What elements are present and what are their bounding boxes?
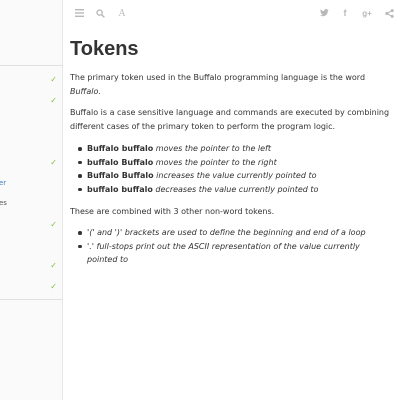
command-token: buffalo buffalo <box>87 184 153 194</box>
command-token: buffalo Buffalo <box>87 157 154 167</box>
case-paragraph: Buffalo is a case sensitive language and… <box>70 108 390 131</box>
token-symbol: '.' <box>87 241 94 251</box>
list-item: '.' full-stops print out the ASCII repre… <box>70 240 392 267</box>
combined-paragraph: These are combined with 3 other non-word… <box>70 207 275 216</box>
menu-icon[interactable] <box>73 7 85 19</box>
main-content: Tokens The primary token used in the Buf… <box>70 34 392 267</box>
check-icon: ✓ <box>50 282 57 291</box>
facebook-icon[interactable]: f <box>339 7 351 19</box>
intro-paragraph: The primary token used in the Buffalo pr… <box>70 71 392 99</box>
list-item: Buffalo Buffalo increases the value curr… <box>70 169 392 183</box>
token-description: full-stops print out the ASCII represent… <box>87 241 360 265</box>
sidebar-item[interactable]: ✓ <box>0 259 62 273</box>
sidebar-item[interactable]: ✓ <box>0 280 62 294</box>
list-item: '(' and ')' brackets are used to define … <box>70 226 392 240</box>
twitter-icon[interactable] <box>318 7 330 19</box>
token-symbol: '(' and ')' <box>87 228 123 237</box>
check-icon: ✓ <box>50 75 57 84</box>
check-icon: ✓ <box>50 261 57 270</box>
command-token: Buffalo Buffalo <box>87 171 154 180</box>
sidebar-item-label: es <box>0 199 7 207</box>
sidebar-item[interactable]: ✓ <box>0 94 62 108</box>
toolbar: A f g+ <box>63 0 400 26</box>
command-description: increases the value currently pointed to <box>156 171 317 180</box>
sidebar-item[interactable]: ✓ <box>0 73 62 87</box>
sidebar-divider <box>0 65 62 66</box>
non-word-token-list: '(' and ')' brackets are used to define … <box>70 226 392 267</box>
list-item: buffalo buffalo decreases the value curr… <box>70 183 392 197</box>
intro-word: Buffalo <box>70 87 99 96</box>
token-description: brackets are used to define the beginnin… <box>124 228 366 237</box>
google-plus-icon[interactable]: g+ <box>361 7 373 19</box>
intro-end: . <box>98 87 101 96</box>
check-icon: ✓ <box>50 220 57 229</box>
command-description: moves the pointer to the left <box>155 144 272 153</box>
command-list: Buffalo buffalo moves the pointer to the… <box>70 142 392 196</box>
share-icon[interactable] <box>383 7 395 19</box>
sidebar-divider <box>0 299 62 300</box>
command-description: moves the pointer to the right <box>155 157 277 167</box>
sidebar-item-current[interactable]: er <box>0 176 62 190</box>
command-description: decreases the value currently pointed to <box>155 184 319 194</box>
sidebar-item[interactable]: ✓ <box>0 218 62 232</box>
list-item: buffalo Buffalo moves the pointer to the… <box>70 156 392 170</box>
check-icon: ✓ <box>50 96 57 105</box>
sidebar-item-label: er <box>0 179 7 187</box>
sidebar: ✓ ✓ ✓ er es ✓ ✓ ✓ <box>0 0 63 400</box>
sidebar-item[interactable]: ✓ <box>0 156 62 170</box>
search-icon[interactable] <box>94 7 106 19</box>
intro-text: The primary token used in the Buffalo pr… <box>70 73 366 82</box>
page-title: Tokens <box>70 38 139 60</box>
sidebar-item[interactable]: es <box>0 196 62 210</box>
list-item: Buffalo buffalo moves the pointer to the… <box>70 142 392 156</box>
command-token: Buffalo buffalo <box>87 144 154 153</box>
check-icon: ✓ <box>50 158 57 167</box>
font-icon[interactable]: A <box>116 7 128 19</box>
